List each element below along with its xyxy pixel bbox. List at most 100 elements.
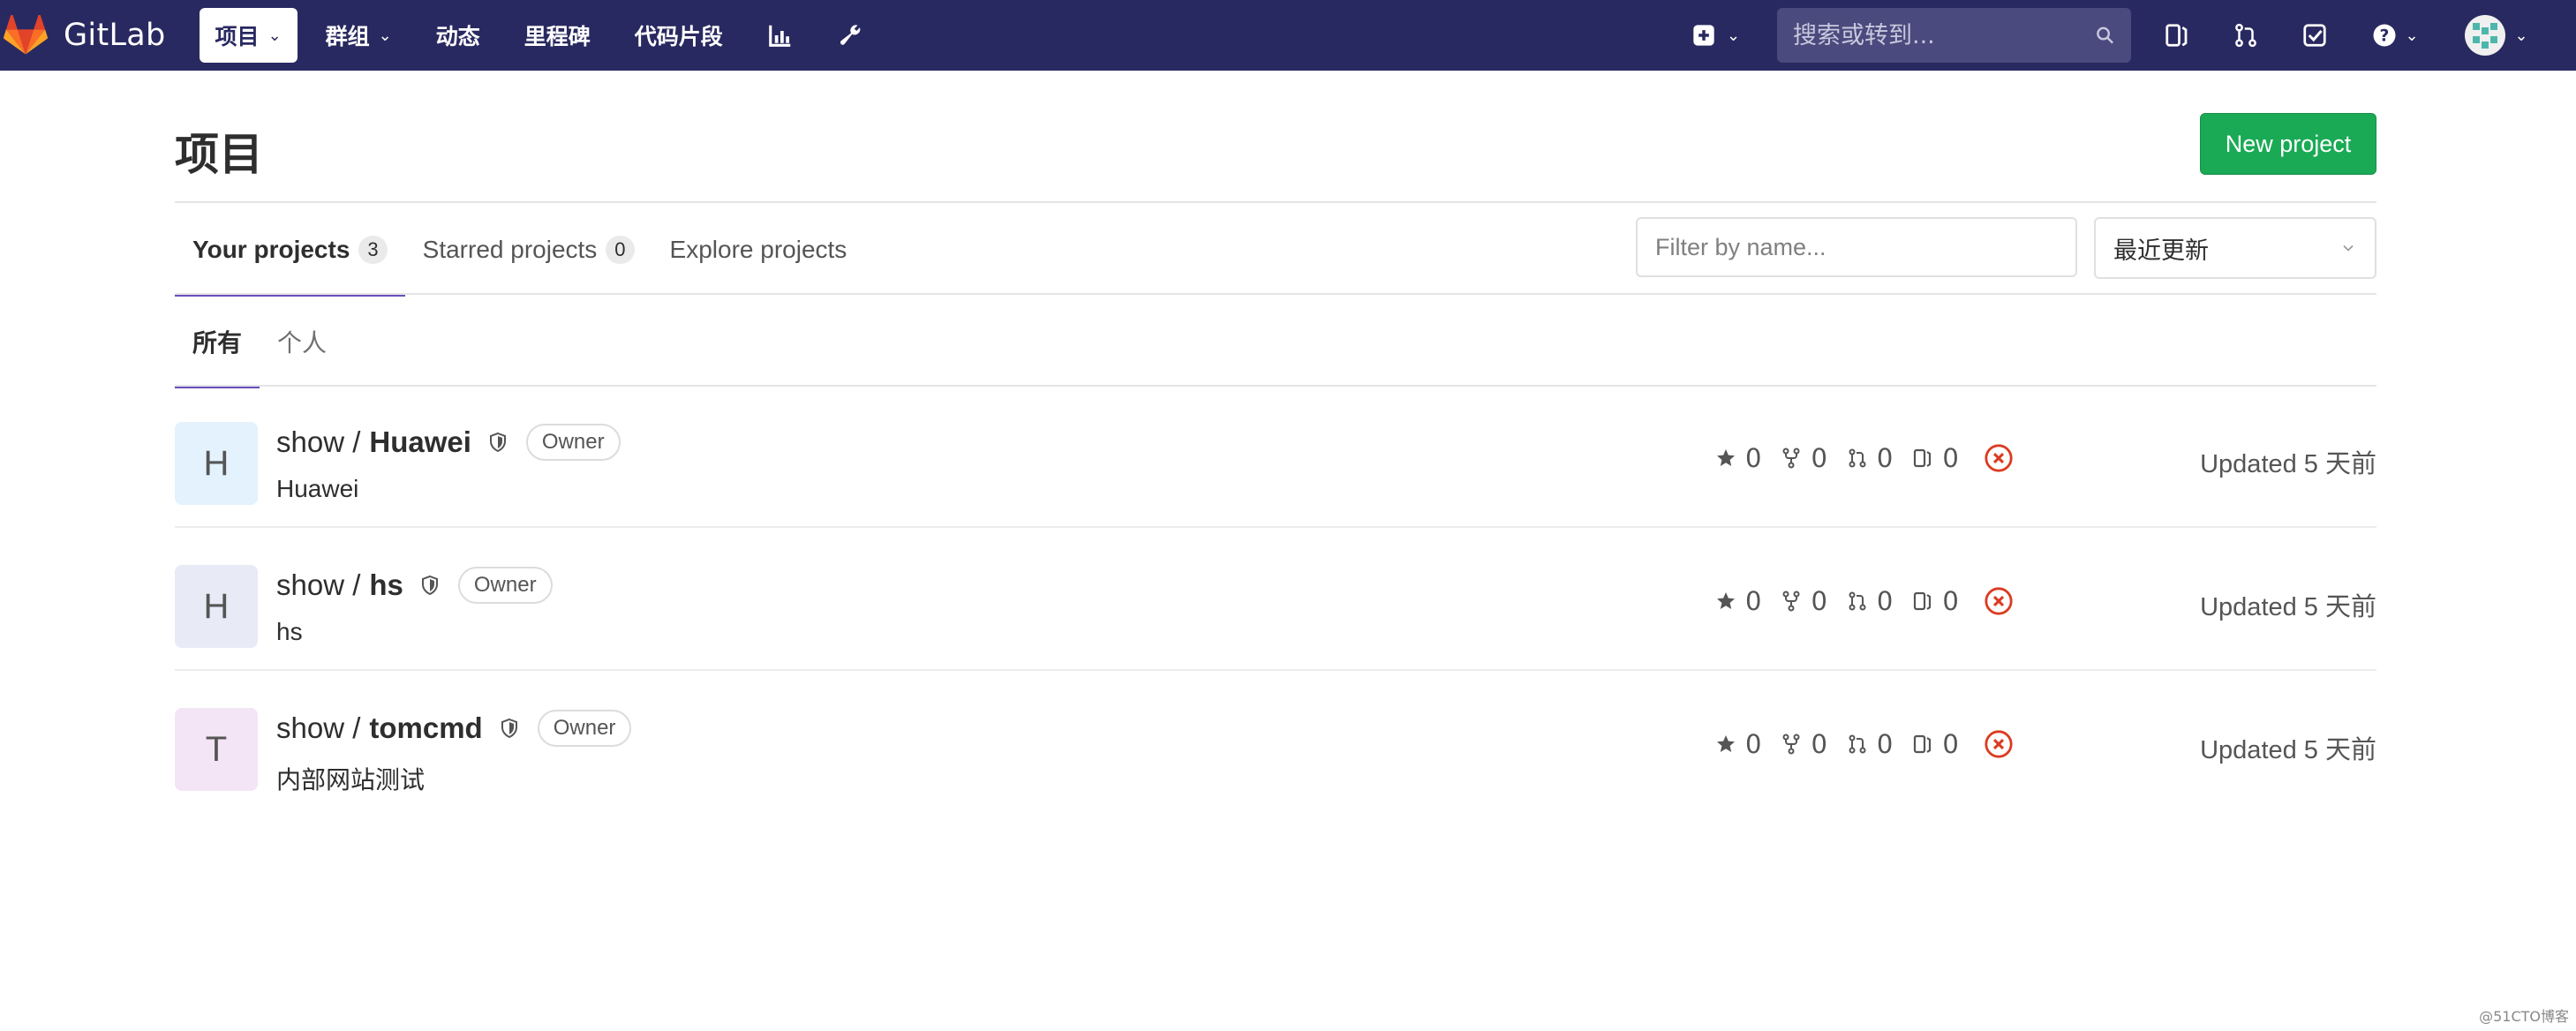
nav-snippets[interactable]: 代码片段 xyxy=(619,8,739,63)
issues-count-link[interactable]: 0 xyxy=(1912,586,1959,616)
watermark: @51CTO博客 xyxy=(2479,1008,2569,1025)
nav-activity-label: 动态 xyxy=(435,24,480,49)
project-name: tomcmd xyxy=(369,711,483,744)
forks-count-link[interactable]: 0 xyxy=(1781,729,1827,759)
issues-count: 0 xyxy=(1942,443,1959,473)
role-badge: Owner xyxy=(525,424,621,461)
private-shield-icon xyxy=(419,574,441,597)
issues-icon xyxy=(2165,24,2188,47)
private-shield-icon xyxy=(487,431,508,454)
count-badge: 0 xyxy=(606,236,635,264)
subtab-all[interactable]: 所有 xyxy=(175,297,260,388)
svg-text:?: ? xyxy=(2380,26,2390,45)
stars-count: 0 xyxy=(1745,586,1762,616)
chevron-down-icon: ⌄ xyxy=(378,26,392,45)
stars-count-link[interactable]: 0 xyxy=(1715,729,1761,759)
merge-request-icon xyxy=(1849,448,1866,468)
wrench-icon xyxy=(840,25,861,45)
issues-count-link[interactable]: 0 xyxy=(1912,443,1959,473)
tab-label: Your projects xyxy=(192,236,350,263)
pipeline-failed-icon[interactable] xyxy=(1984,729,2014,759)
issues-button[interactable] xyxy=(2161,19,2193,51)
merge-requests-count-link[interactable]: 0 xyxy=(1847,729,1893,759)
nav-milestones[interactable]: 里程碑 xyxy=(508,8,606,63)
project-title-link[interactable]: show / Huawei Owner xyxy=(276,424,621,461)
issues-count-link[interactable]: 0 xyxy=(1912,729,1959,759)
project-avatar[interactable]: H xyxy=(175,422,258,505)
sort-dropdown[interactable]: 最近更新 xyxy=(2094,217,2376,279)
issues-count: 0 xyxy=(1942,586,1959,616)
pipeline-failed-icon[interactable] xyxy=(1984,443,2014,473)
forks-count: 0 xyxy=(1811,729,1827,759)
tab-label: Starred projects xyxy=(422,236,598,263)
stars-count-link[interactable]: 0 xyxy=(1715,586,1761,616)
search-input[interactable] xyxy=(1793,21,2095,49)
chevron-down-icon: ⌄ xyxy=(2514,26,2528,45)
project-row: T show / tomcmd Owner 内部网站测试 0 0 0 0 Upd… xyxy=(175,671,2376,814)
updated-timestamp: Updated 5 天前 xyxy=(2200,736,2376,764)
nav-groups-label: 群组 xyxy=(325,24,370,49)
search-bar[interactable] xyxy=(1777,8,2131,63)
nav-chart-button[interactable] xyxy=(751,8,810,63)
merge-requests-count-link[interactable]: 0 xyxy=(1847,586,1893,616)
divider xyxy=(175,293,2376,295)
divider xyxy=(175,201,2376,203)
project-title-link[interactable]: show / hs Owner xyxy=(276,567,553,604)
chart-icon xyxy=(769,25,791,47)
subtab-personal[interactable]: 个人 xyxy=(260,297,344,387)
nav-milestones-label: 里程碑 xyxy=(523,24,591,49)
stars-count: 0 xyxy=(1745,443,1762,473)
todos-button[interactable] xyxy=(2299,19,2331,51)
plus-square-icon xyxy=(1693,25,1714,46)
tab-starred-projects[interactable]: Starred projects 0 xyxy=(405,205,652,295)
new-project-button[interactable]: New project xyxy=(2200,113,2376,175)
help-dropdown[interactable]: ? ⌄ xyxy=(2366,19,2424,51)
fork-icon xyxy=(1782,734,1800,755)
gitlab-logo[interactable]: GitLab xyxy=(4,0,166,71)
nav-activity[interactable]: 动态 xyxy=(420,8,496,63)
pipeline-failed-icon[interactable] xyxy=(1984,586,2014,616)
stars-count-link[interactable]: 0 xyxy=(1715,443,1761,473)
project-subtabs: 所有 个人 xyxy=(175,297,344,388)
tab-label: Explore projects xyxy=(669,236,847,263)
tab-explore-projects[interactable]: Explore projects xyxy=(652,205,865,295)
tab-your-projects[interactable]: Your projects 3 xyxy=(175,205,405,297)
project-avatar[interactable]: T xyxy=(175,708,258,791)
project-namespace: show / xyxy=(276,425,361,458)
new-dropdown-button[interactable]: ⌄ xyxy=(1691,18,1740,53)
project-row: H show / Huawei Owner Huawei 0 0 0 0 Upd… xyxy=(175,385,2376,528)
help-icon: ? xyxy=(2373,24,2396,47)
project-namespace: show / xyxy=(276,711,361,744)
updated-timestamp: Updated 5 天前 xyxy=(2200,450,2376,478)
nav-groups-dropdown[interactable]: 群组 ⌄ xyxy=(310,8,408,63)
issues-icon xyxy=(1914,448,1932,468)
merge-requests-button[interactable] xyxy=(2230,19,2262,51)
forks-count-link[interactable]: 0 xyxy=(1781,443,1827,473)
project-name: hs xyxy=(369,568,403,601)
chevron-down-icon xyxy=(2343,245,2354,252)
nav-projects-dropdown[interactable]: 项目 ⌄ xyxy=(199,8,298,63)
role-badge: Owner xyxy=(537,710,632,747)
project-stats: 0 0 0 0 xyxy=(1715,443,2014,473)
project-title-link[interactable]: show / tomcmd Owner xyxy=(276,710,632,747)
stars-count: 0 xyxy=(1745,729,1762,759)
fork-icon xyxy=(1782,448,1800,469)
merge-request-icon xyxy=(2235,23,2256,48)
app-name: GitLab xyxy=(64,18,166,53)
search-icon xyxy=(2097,26,2113,44)
forks-count-link[interactable]: 0 xyxy=(1781,586,1827,616)
merge-requests-count: 0 xyxy=(1876,729,1894,759)
filter-by-name-input[interactable] xyxy=(1636,217,2077,277)
star-icon xyxy=(1717,592,1735,609)
project-stats: 0 0 0 0 xyxy=(1715,586,2014,616)
todo-check-icon xyxy=(2303,24,2326,47)
issues-icon xyxy=(1914,734,1932,754)
project-stats: 0 0 0 0 xyxy=(1715,729,2014,759)
user-menu-dropdown[interactable]: ⌄ xyxy=(2461,14,2532,56)
project-row: H show / hs Owner hs 0 0 0 0 Updated 5 天… xyxy=(175,528,2376,671)
forks-count: 0 xyxy=(1811,443,1827,473)
project-avatar[interactable]: H xyxy=(175,565,258,648)
merge-requests-count-link[interactable]: 0 xyxy=(1847,443,1893,473)
merge-request-icon xyxy=(1849,591,1866,611)
nav-admin-button[interactable] xyxy=(822,8,880,63)
